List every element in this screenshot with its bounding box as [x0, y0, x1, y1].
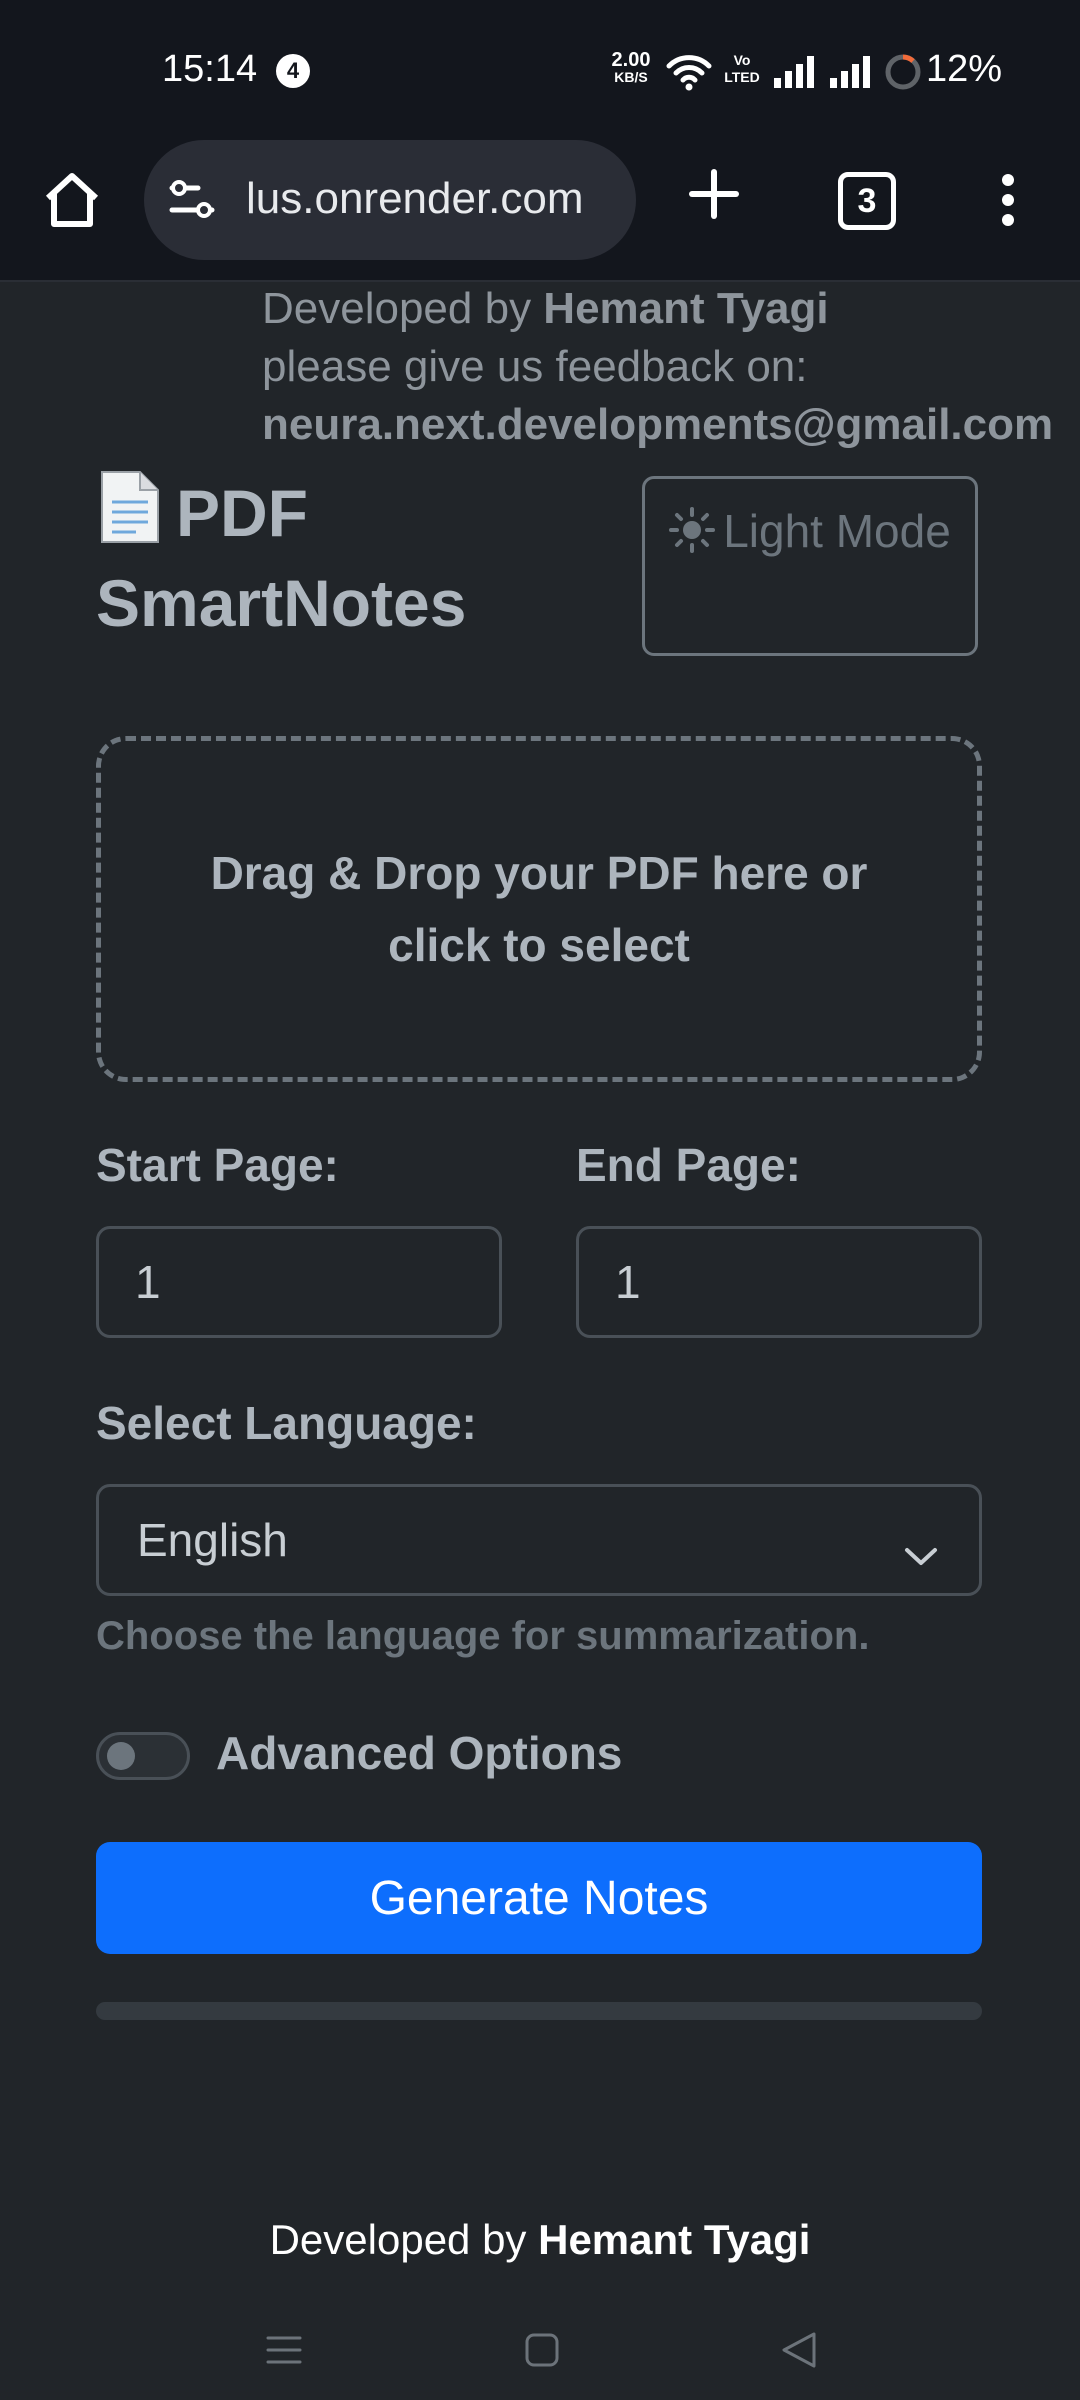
developer-credit: Developed by Hemant Tyagi: [262, 280, 1053, 338]
end-page-input[interactable]: 1: [576, 1226, 982, 1338]
end-page-label: End Page:: [576, 1139, 801, 1191]
sun-icon: [669, 501, 716, 573]
notification-badge: 4: [276, 54, 310, 88]
end-page-value: 1: [615, 1256, 641, 1308]
chevron-down-icon: [903, 1525, 939, 1579]
feedback-email[interactable]: neura.next.developments@gmail.com: [262, 396, 1053, 454]
start-page-label: Start Page:: [96, 1139, 339, 1191]
home-square-icon[interactable]: [524, 2332, 560, 2373]
network-speed: 2.00 KB/S: [604, 49, 658, 86]
signal-strength-icon-2: [828, 56, 872, 93]
start-page-value: 1: [135, 1256, 161, 1308]
more-vert-icon[interactable]: [996, 172, 1020, 233]
generate-notes-button[interactable]: Generate Notes: [96, 1842, 982, 1954]
advanced-options-label[interactable]: Advanced Options: [216, 1726, 622, 1780]
status-bar: 15:14 4 2.00 KB/S Vo LTED 12%: [0, 0, 1080, 140]
battery-percent: 12%: [926, 48, 1003, 90]
footer-developer-name: Hemant Tyagi: [538, 2216, 811, 2263]
network-speed-value: 2.00: [611, 49, 651, 71]
pdf-dropzone[interactable]: Drag & Drop your PDF here or click to se…: [96, 736, 982, 1082]
light-mode-button[interactable]: Light Mode: [642, 476, 978, 656]
new-tab-plus-icon[interactable]: [686, 166, 742, 227]
recents-menu-icon[interactable]: [264, 2332, 304, 2373]
start-page-input[interactable]: 1: [96, 1226, 502, 1338]
url-text[interactable]: lus.onrender.com: [246, 174, 616, 224]
feedback-text: please give us feedback on:: [262, 342, 808, 391]
address-bar[interactable]: lus.onrender.com: [144, 140, 636, 260]
developer-credit-prefix: Developed by: [262, 284, 544, 333]
system-nav-bar: [0, 2290, 1080, 2400]
light-mode-label: Light Mode: [723, 505, 951, 557]
tab-switcher-icon[interactable]: 3: [838, 172, 896, 230]
battery-icon: [884, 53, 922, 96]
footer-credit: Developed by Hemant Tyagi: [0, 2216, 1080, 2264]
page-title: PDF SmartNotes: [96, 470, 536, 644]
home-icon[interactable]: [40, 168, 104, 232]
network-speed-unit: KB/S: [614, 69, 648, 85]
language-label: Select Language:: [96, 1397, 477, 1449]
footer-credit-prefix: Developed by: [269, 2216, 539, 2263]
signal-strength-icon: [772, 56, 816, 93]
volte-indicator: Vo LTED: [722, 52, 762, 86]
language-help-text: Choose the language for summarization.: [96, 1614, 870, 1658]
volte-top: Vo: [733, 52, 751, 68]
browser-toolbar: lus.onrender.com 3: [0, 140, 1080, 282]
developer-banner: Developed by Hemant Tyagi please give us…: [262, 280, 1053, 454]
toggle-knob: [107, 1742, 135, 1770]
generate-notes-label: Generate Notes: [369, 1871, 709, 1925]
dropzone-text: Drag & Drop your PDF here or click to se…: [210, 847, 868, 971]
progress-bar: [96, 2002, 982, 2020]
advanced-options-toggle[interactable]: [96, 1732, 190, 1780]
wifi-icon: [666, 52, 712, 97]
volte-bottom: LTED: [724, 69, 760, 85]
language-selected-value: English: [137, 1514, 288, 1566]
language-select[interactable]: English: [96, 1484, 982, 1596]
status-time: 15:14: [162, 48, 258, 90]
back-triangle-icon[interactable]: [780, 2330, 818, 2375]
document-icon: [96, 470, 162, 562]
site-settings-icon[interactable]: [168, 178, 216, 227]
developer-name: Hemant Tyagi: [543, 284, 829, 333]
